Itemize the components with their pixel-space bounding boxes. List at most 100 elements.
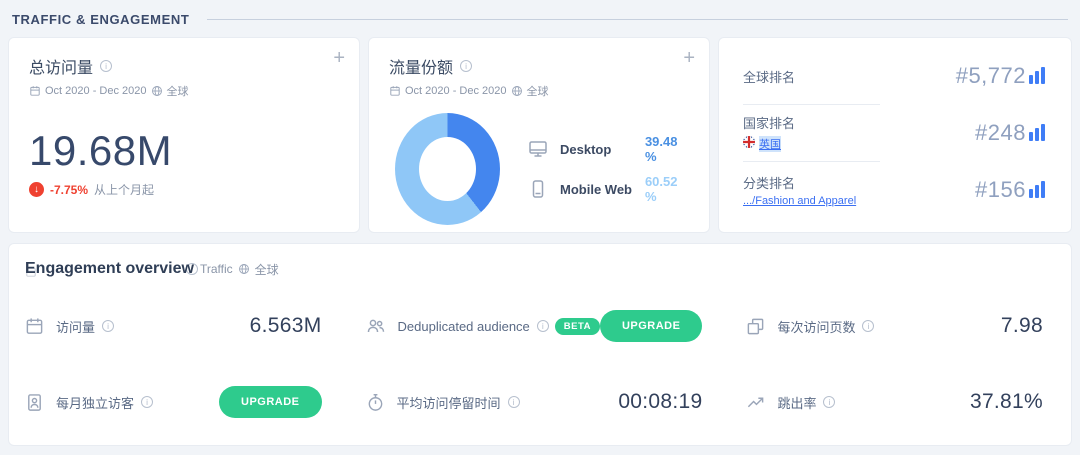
legend-label: Mobile Web: [560, 181, 632, 197]
country-rank-value-wrap: #248: [975, 120, 1047, 146]
metric-visits: 访问量 i 6.563M: [9, 288, 350, 364]
traffic-share-body: Desktop 39.48 % Mobile Web 60.52 %: [389, 113, 689, 225]
engagement-overview-panel: Engagement overview i Traffic 全球 访问量 i 6…: [8, 243, 1072, 446]
traffic-share-donut-chart: [395, 113, 501, 225]
change-note: 从上个月起: [94, 183, 155, 197]
visits-icon: [25, 317, 44, 336]
legend-row-desktop: Desktop 39.48 %: [528, 134, 689, 164]
country-rank-label: 国家排名: [743, 116, 796, 131]
metric-value: 00:08:19: [618, 390, 703, 413]
metric-deduplicated-audience: Deduplicated audience i BETA UPGRADE: [350, 288, 731, 364]
category-link[interactable]: .../Fashion and Apparel: [743, 195, 856, 207]
legend-value: 39.48 %: [644, 134, 678, 164]
info-icon[interactable]: i: [536, 320, 549, 332]
engagement-subtitle: Traffic 全球: [200, 261, 279, 278]
traffic-filter-label: Traffic: [199, 262, 233, 276]
section-divider: [207, 19, 1068, 20]
info-icon[interactable]: i: [102, 320, 115, 332]
globe-icon: [238, 263, 250, 275]
rankings-card: 全球排名 #5,772 国家排名 英国 #248 分类排名 .../Fashio…: [718, 37, 1072, 233]
date-range: Oct 2020 - Dec 2020: [45, 85, 147, 97]
card-subtitle: Oct 2020 - Dec 2020 全球: [29, 83, 339, 99]
traffic-share-legend: Desktop 39.48 % Mobile Web 60.52 %: [528, 134, 689, 204]
info-icon[interactable]: i: [862, 320, 875, 332]
engagement-metrics-grid: 访问量 i 6.563M Deduplicated audience i BET…: [9, 288, 1071, 440]
unique-visitor-icon: [25, 393, 44, 412]
legend-row-mobile: Mobile Web 60.52 %: [528, 174, 689, 204]
card-title-row: 总访问量 i: [29, 54, 339, 78]
metric-value: 7.98: [1000, 314, 1043, 337]
uk-flag-icon: [743, 135, 755, 153]
total-visits-title: 总访问量: [29, 60, 94, 77]
rank-bars-icon: [1029, 66, 1047, 89]
info-icon[interactable]: i: [141, 396, 154, 408]
traffic-share-title: 流量份额: [389, 60, 454, 77]
pages-icon: [746, 317, 765, 336]
section-header: TRAFFIC & ENGAGEMENT: [0, 0, 1080, 27]
engagement-title: Engagement overview: [25, 260, 194, 277]
upgrade-button[interactable]: UPGRADE: [599, 310, 703, 342]
traffic-share-card: + 流量份额 i Oct 2020 - Dec 2020 全球 Desktop …: [368, 37, 710, 233]
metric-label: 平均访问停留时间: [396, 395, 501, 411]
desktop-icon: [528, 139, 548, 159]
region-label: 全球: [526, 86, 549, 98]
info-icon[interactable]: i: [460, 60, 473, 72]
upgrade-button[interactable]: UPGRADE: [219, 386, 322, 418]
category-rank-sub: .../Fashion and Apparel: [743, 195, 856, 207]
calendar-icon: [29, 85, 41, 97]
beta-badge: BETA: [554, 317, 600, 335]
arrow-down-icon: ↓: [29, 182, 44, 197]
country-rank-value: #248: [975, 120, 1026, 145]
globe-icon: [151, 85, 163, 97]
category-rank-row: 分类排名 .../Fashion and Apparel #156: [743, 162, 1047, 218]
add-to-dashboard-button[interactable]: +: [333, 48, 345, 68]
card-title-row: 流量份额 i: [389, 54, 689, 78]
total-visits-card: + 总访问量 i Oct 2020 - Dec 2020 全球 19.68M ↓…: [8, 37, 360, 233]
mobile-icon: [528, 179, 548, 199]
country-rank-row: 国家排名 英国 #248: [743, 105, 1047, 161]
region-label: 全球: [166, 86, 189, 98]
calendar-icon: [389, 85, 401, 97]
info-icon[interactable]: i: [507, 396, 520, 408]
rank-bars-icon: [1029, 180, 1047, 203]
audience-icon: [366, 316, 386, 336]
info-icon[interactable]: i: [100, 60, 113, 72]
region-label: 全球: [254, 262, 279, 277]
metric-pages-per-visit: 每次访问页数 i 7.98: [730, 288, 1071, 364]
add-to-dashboard-button[interactable]: +: [683, 48, 695, 68]
metric-value: 6.563M: [249, 314, 322, 337]
metric-label: 跳出率: [777, 395, 817, 411]
section-title: TRAFFIC & ENGAGEMENT: [12, 12, 190, 27]
metric-label: 每月独立访客: [56, 395, 135, 411]
globe-icon: [511, 85, 523, 97]
metric-bounce-rate: 跳出率 i 37.81%: [730, 364, 1071, 440]
legend-value: 60.52 %: [644, 174, 678, 204]
change-percent: -7.75%: [50, 182, 89, 197]
info-icon[interactable]: i: [823, 396, 836, 408]
metric-label: 访问量: [56, 319, 96, 335]
metric-avg-visit-duration: 平均访问停留时间 i 00:08:19: [350, 364, 731, 440]
global-rank-row: 全球排名 #5,772: [743, 48, 1047, 104]
global-rank-label: 全球排名: [743, 69, 796, 85]
engagement-header: Engagement overview i Traffic 全球: [9, 244, 1071, 278]
rank-bars-icon: [1029, 123, 1047, 146]
bounce-rate-icon: [746, 393, 765, 412]
metric-label: 每次访问页数: [777, 319, 856, 335]
top-cards-row: + 总访问量 i Oct 2020 - Dec 2020 全球 19.68M ↓…: [8, 37, 1072, 233]
global-rank-value-wrap: #5,772: [956, 63, 1047, 89]
stopwatch-icon: [366, 393, 385, 412]
global-rank-value: #5,772: [955, 63, 1026, 88]
card-subtitle: Oct 2020 - Dec 2020 全球: [389, 83, 689, 99]
legend-label: Desktop: [560, 141, 612, 157]
metric-monthly-unique-visitors: 每月独立访客 i UPGRADE: [9, 364, 350, 440]
metric-label: Deduplicated audience: [397, 318, 530, 334]
date-range: Oct 2020 - Dec 2020: [405, 85, 507, 97]
category-rank-value-wrap: #156: [975, 177, 1047, 203]
metric-value: 37.81%: [969, 390, 1043, 413]
country-link[interactable]: 英国: [759, 136, 781, 152]
total-visits-value: 19.68M: [29, 127, 173, 174]
change-row: ↓ -7.75% 从上个月起: [29, 181, 339, 198]
category-rank-label: 分类排名: [743, 176, 796, 191]
category-rank-value: #156: [975, 177, 1026, 202]
country-rank-sub: 英国: [743, 135, 795, 153]
